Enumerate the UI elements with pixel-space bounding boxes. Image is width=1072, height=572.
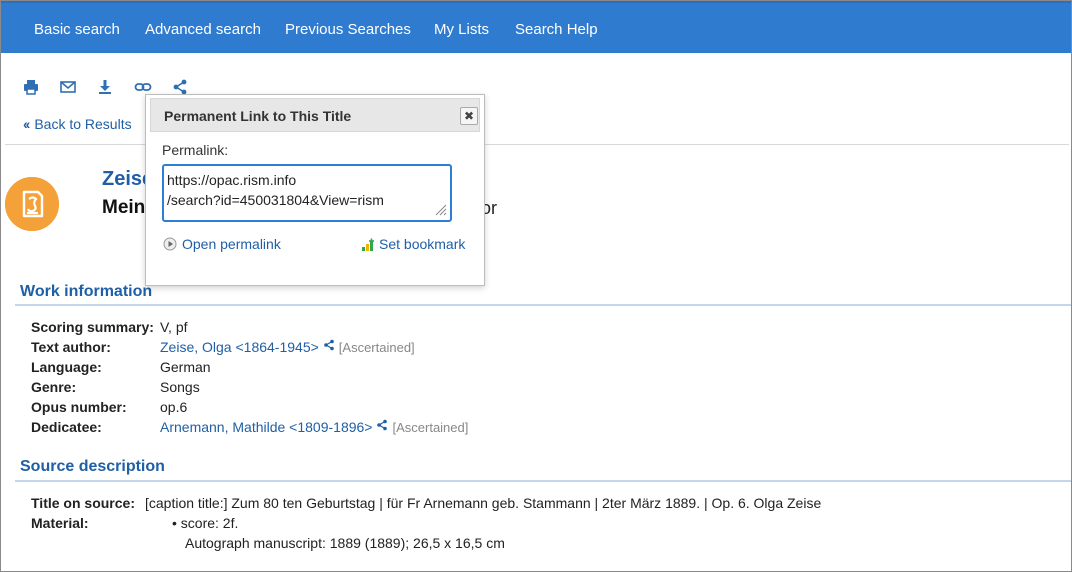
field-value: Songs <box>160 379 200 395</box>
text-author-link[interactable]: Zeise, Olga <1864-1945> <box>160 339 319 355</box>
set-bookmark-link[interactable]: Set bookmark <box>361 236 465 252</box>
share-icon[interactable] <box>323 339 335 351</box>
field-value: V, pf <box>160 319 188 335</box>
field-label: Dedicatee: <box>31 419 102 435</box>
field-value: [caption title:] Zum 80 ten Geburtstag |… <box>145 495 822 511</box>
permalink-field[interactable] <box>162 164 452 222</box>
dedicatee-link[interactable]: Arnemann, Mathilde <1809-1896> <box>160 419 372 435</box>
back-to-results-link[interactable]: ‹‹ Back to Results <box>23 116 132 132</box>
field-value: op.6 <box>160 399 188 415</box>
section-divider <box>15 480 1071 482</box>
work-information-heading: Work information <box>20 283 153 300</box>
download-icon[interactable] <box>96 78 114 96</box>
manuscript-type-icon <box>5 177 59 231</box>
print-icon[interactable] <box>22 78 40 96</box>
field-value-wrap: Zeise, Olga <1864-1945> [Ascertained] <box>160 339 415 355</box>
source-description-heading: Source description <box>20 458 165 475</box>
top-navigation: Basic search Advanced search Previous Se… <box>1 1 1071 53</box>
set-bookmark-label: Set bookmark <box>379 236 466 252</box>
field-label: Opus number: <box>31 399 127 415</box>
close-icon[interactable]: ✖ <box>460 107 478 125</box>
play-circle-icon <box>163 237 177 251</box>
field-value: German <box>160 359 211 375</box>
resize-handle-icon[interactable] <box>433 202 447 216</box>
nav-advanced-search[interactable]: Advanced search <box>145 21 261 38</box>
field-label: Language: <box>31 359 102 375</box>
share-icon[interactable] <box>376 419 388 431</box>
double-chevron-left-icon: ‹‹ <box>23 116 30 132</box>
open-permalink-label: Open permalink <box>182 236 281 252</box>
ascertained-note: [Ascertained] <box>392 420 469 435</box>
material-detail: Autograph manuscript: 1889 (1889); 26,5 … <box>185 535 505 551</box>
nav-basic-search[interactable]: Basic search <box>34 21 120 38</box>
bullet-dot: • <box>172 515 177 531</box>
ascertained-note: [Ascertained] <box>338 340 415 355</box>
nav-search-help[interactable]: Search Help <box>515 21 598 38</box>
nav-my-lists[interactable]: My Lists <box>434 21 489 38</box>
open-permalink-link[interactable]: Open permalink <box>163 236 281 252</box>
record-subtitle: Mein <box>102 197 146 218</box>
back-to-results-label: Back to Results <box>34 116 132 132</box>
dialog-title: Permanent Link to This Title <box>164 108 352 124</box>
field-label: Text author: <box>31 339 111 355</box>
add-bookmark-icon <box>361 238 375 252</box>
nav-previous-searches[interactable]: Previous Searches <box>285 21 411 38</box>
field-label: Title on source: <box>31 495 135 511</box>
section-divider <box>15 304 1071 306</box>
email-icon[interactable] <box>59 78 77 96</box>
permalink-dialog: Permanent Link to This Title ✖ Permalink… <box>145 94 485 286</box>
permalink-label: Permalink: <box>162 142 229 158</box>
list-item: • score: 2f. <box>172 515 238 531</box>
field-label: Material: <box>31 515 89 531</box>
field-label: Genre: <box>31 379 77 395</box>
field-label: Scoring summary: <box>31 319 154 335</box>
field-value-wrap: Arnemann, Mathilde <1809-1896> [Ascertain… <box>160 419 468 435</box>
dialog-header: Permanent Link to This Title ✖ <box>150 98 480 132</box>
material-bullet-text: score: 2f. <box>180 515 239 531</box>
